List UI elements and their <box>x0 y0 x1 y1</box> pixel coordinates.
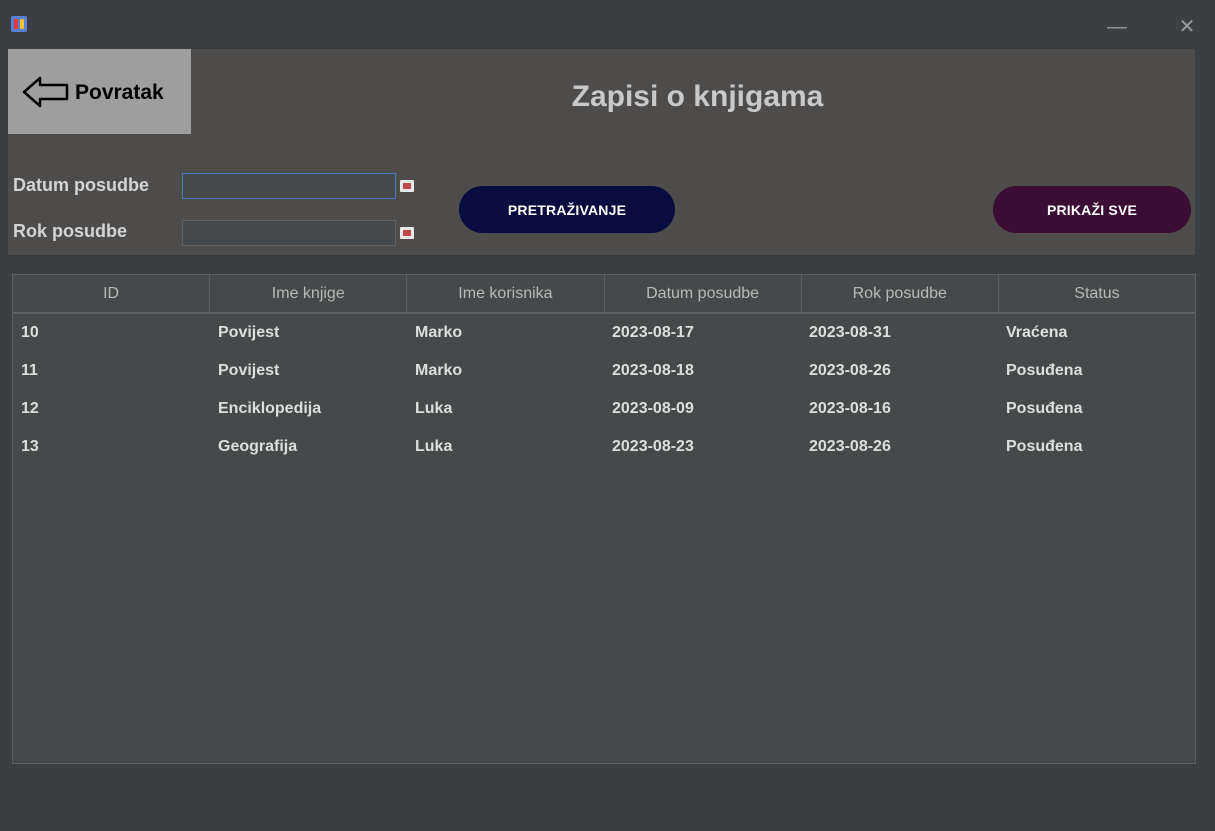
column-header-datum-posudbe[interactable]: Datum posudbe <box>605 275 802 312</box>
search-button[interactable]: PRETRAŽIVANJE <box>459 186 675 233</box>
rok-posudbe-label: Rok posudbe <box>13 221 128 241</box>
cell-ime-korisnika: Luka <box>415 400 453 417</box>
page-title: Zapisi o knjigama <box>571 80 824 113</box>
minimize-button[interactable]: — <box>1102 12 1132 42</box>
cell-status: Posuđena <box>1006 400 1083 417</box>
table-row[interactable]: 11 Povijest Marko 2023-08-18 2023-08-26 … <box>13 352 1195 390</box>
cell-rok-posudbe: 2023-08-26 <box>809 438 891 455</box>
cell-ime-korisnika: Marko <box>415 362 463 379</box>
cell-rok-posudbe: 2023-08-31 <box>809 324 891 341</box>
cell-id: 11 <box>21 362 38 379</box>
cell-rok-posudbe: 2023-08-26 <box>809 362 891 379</box>
cell-id: 13 <box>21 438 39 455</box>
close-button[interactable]: ✕ <box>1172 12 1202 42</box>
cell-status: Posuđena <box>1006 438 1083 455</box>
column-header-id[interactable]: ID <box>13 275 211 312</box>
table-row[interactable]: 10 Povijest Marko 2023-08-17 2023-08-31 … <box>13 314 1195 352</box>
datum-posudbe-label: Datum posudbe <box>13 175 150 195</box>
cell-ime-korisnika: Luka <box>415 438 453 455</box>
app-icon <box>11 16 27 32</box>
table-body: 10 Povijest Marko 2023-08-17 2023-08-31 … <box>13 314 1195 466</box>
column-header-ime-knjige[interactable]: Ime knjige <box>210 275 408 312</box>
cell-ime-knjige: Povijest <box>218 324 280 341</box>
cell-id: 10 <box>21 324 39 341</box>
rok-posudbe-input[interactable] <box>182 220 396 246</box>
show-all-button[interactable]: PRIKAŽI SVE <box>993 186 1191 233</box>
cell-ime-korisnika: Marko <box>415 324 463 341</box>
column-header-ime-korisnika[interactable]: Ime korisnika <box>407 275 605 312</box>
cell-ime-knjige: Povijest <box>218 362 280 379</box>
table-row[interactable]: 12 Enciklopedija Luka 2023-08-09 2023-08… <box>13 390 1195 428</box>
column-header-rok-posudbe[interactable]: Rok posudbe <box>802 275 999 312</box>
table-header: ID Ime knjige Ime korisnika Datum posudb… <box>13 275 1195 314</box>
cell-rok-posudbe: 2023-08-16 <box>809 400 891 417</box>
calendar-icon[interactable] <box>400 180 414 192</box>
cell-datum-posudbe: 2023-08-09 <box>612 400 694 417</box>
calendar-icon[interactable] <box>400 227 414 239</box>
cell-ime-knjige: Geografija <box>218 438 298 455</box>
cell-ime-knjige: Enciklopedija <box>218 400 322 417</box>
cell-datum-posudbe: 2023-08-18 <box>612 362 694 379</box>
records-table[interactable]: ID Ime knjige Ime korisnika Datum posudb… <box>12 274 1196 764</box>
title-bar: — ✕ <box>0 0 1215 48</box>
cell-status: Vraćena <box>1006 324 1068 341</box>
cell-datum-posudbe: 2023-08-23 <box>612 438 694 455</box>
cell-datum-posudbe: 2023-08-17 <box>612 324 694 341</box>
cell-status: Posuđena <box>1006 362 1083 379</box>
column-header-status[interactable]: Status <box>999 275 1195 312</box>
cell-id: 12 <box>21 400 39 417</box>
table-row[interactable]: 13 Geografija Luka 2023-08-23 2023-08-26… <box>13 428 1195 466</box>
datum-posudbe-input[interactable] <box>182 173 396 199</box>
